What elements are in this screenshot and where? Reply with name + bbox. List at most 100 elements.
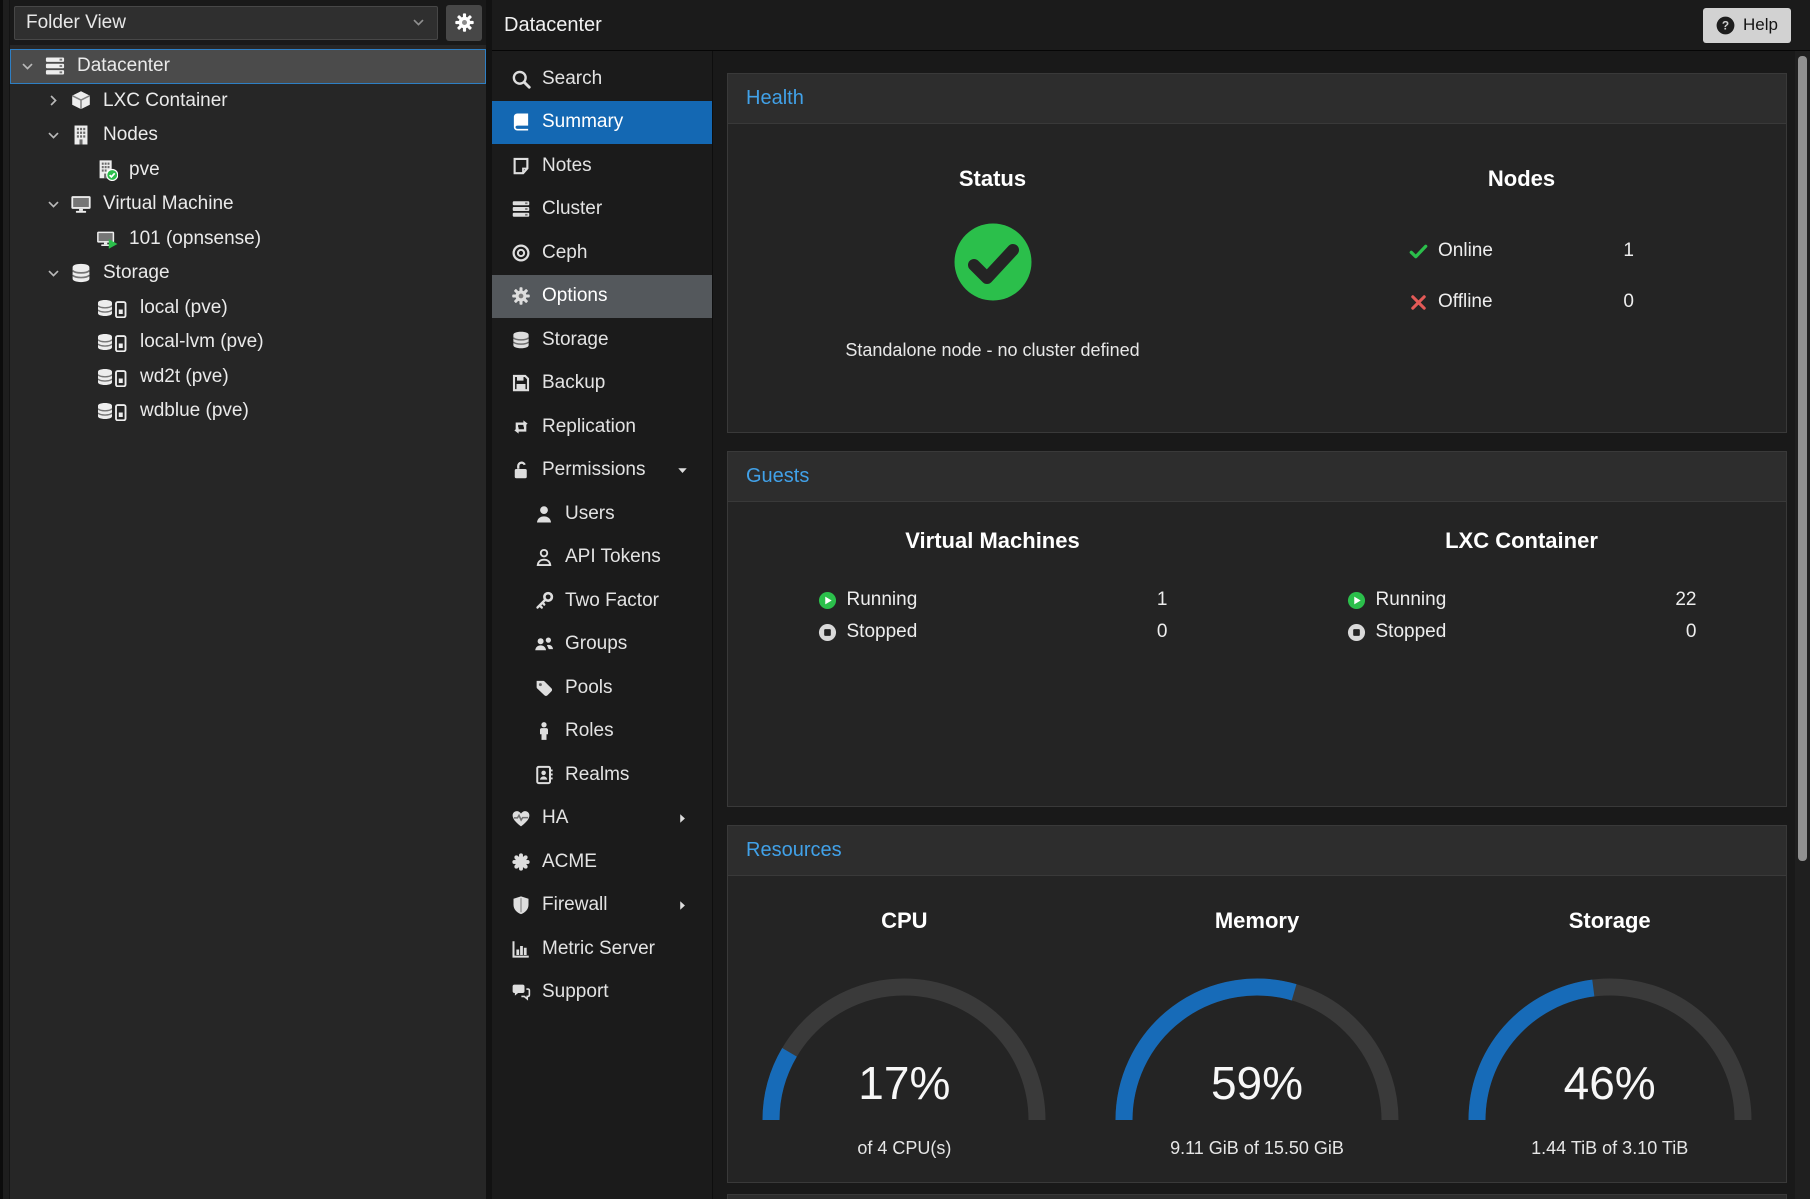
menu-item-permissions[interactable]: Permissions [492, 449, 712, 493]
stat-label: Running [847, 589, 918, 611]
menu-item-metric-server[interactable]: Metric Server [492, 927, 712, 971]
monitor-icon [70, 193, 92, 215]
gauge-arc: 46% [1460, 978, 1760, 1129]
user-o-icon [534, 547, 554, 567]
play-circle-icon [818, 591, 837, 610]
play-circle-icon [1347, 591, 1366, 610]
tree-item-storage[interactable]: Storage [10, 256, 486, 291]
vertical-scrollbar[interactable] [1795, 51, 1810, 1199]
tag-icon [534, 678, 554, 698]
chevron-down-icon [46, 197, 61, 212]
tree-item-virtual-machine[interactable]: Virtual Machine [10, 187, 486, 222]
view-mode-select[interactable]: Folder View [14, 6, 438, 40]
cube-icon [70, 90, 92, 112]
caret-right-icon [676, 812, 689, 825]
help-label: Help [1743, 15, 1778, 35]
svg-text:?: ? [1722, 19, 1729, 33]
menu-item-summary[interactable]: Summary [492, 101, 712, 145]
stat-row-running: Running 1 [818, 584, 1168, 616]
view-config-button[interactable] [446, 5, 482, 41]
resources-panel-title: Resources [746, 839, 842, 862]
menu-item-ha[interactable]: HA [492, 797, 712, 841]
tree-toolbar: Folder View [10, 0, 486, 45]
menu-item-storage[interactable]: Storage [492, 318, 712, 362]
expander-right[interactable] [47, 93, 67, 108]
tree-item-wdblue-pve[interactable]: wdblue (pve) [10, 394, 486, 429]
building-icon [70, 124, 92, 146]
submenu-caret [676, 464, 700, 477]
stat-row-offline: Offline0 [1409, 285, 1634, 319]
tree-item-nodes[interactable]: Nodes [10, 118, 486, 153]
menu-item-support[interactable]: Support [492, 971, 712, 1015]
tree-item-datacenter[interactable]: Datacenter [10, 49, 486, 84]
submenu-caret [676, 899, 700, 912]
expander-down[interactable] [21, 59, 41, 74]
menu-item-ceph[interactable]: Ceph [492, 231, 712, 275]
menu-item-notes[interactable]: Notes [492, 144, 712, 188]
menu-item-options[interactable]: Options [492, 275, 712, 319]
gauge-percent: 46% [1460, 1056, 1760, 1110]
lxc-guests-column: LXC Container Running22Stopped0 [1257, 502, 1786, 806]
tree-item-101-opnsense[interactable]: 101 (opnsense) [10, 222, 486, 257]
expander-down[interactable] [47, 128, 67, 143]
submenu-caret [676, 812, 700, 825]
tree-item-lxc-container[interactable]: LXC Container [10, 84, 486, 119]
tree-item-label: wdblue (pve) [140, 400, 249, 422]
tree-item-pve[interactable]: pve [10, 153, 486, 188]
menu-item-label: Summary [542, 111, 623, 133]
menu-item-api-tokens[interactable]: API Tokens [492, 536, 712, 580]
cluster-icon [511, 199, 531, 219]
check-icon [1409, 242, 1428, 261]
tree-item-wd2t-pve[interactable]: wd2t (pve) [10, 360, 486, 395]
chevron-down-icon [46, 128, 61, 143]
gauge-percent: 59% [1107, 1056, 1407, 1110]
menu-item-label: API Tokens [565, 546, 661, 568]
gauge-memory: Memory59%9.11 GiB of 15.50 GiB [1081, 876, 1434, 1182]
menu-item-acme[interactable]: ACME [492, 840, 712, 884]
menu-item-groups[interactable]: Groups [492, 623, 712, 667]
resource-gauges: CPU17%of 4 CPU(s)Memory59%9.11 GiB of 15… [728, 876, 1786, 1182]
menu-item-search[interactable]: Search [492, 57, 712, 101]
menu-item-label: Replication [542, 416, 636, 438]
stat-value: 0 [1623, 291, 1634, 313]
menu-item-users[interactable]: Users [492, 492, 712, 536]
stat-row-stopped: Stopped0 [818, 616, 1168, 648]
help-button[interactable]: ? Help [1703, 8, 1791, 43]
expander-down[interactable] [47, 266, 67, 281]
menu-item-two-factor[interactable]: Two Factor [492, 579, 712, 623]
menu-item-label: Pools [565, 677, 613, 699]
health-panel: Health Status Standalone node - no clust… [727, 73, 1787, 433]
chevron-down-icon [411, 15, 426, 30]
scrollbar-thumb[interactable] [1798, 56, 1807, 861]
menu-item-cluster[interactable]: Cluster [492, 188, 712, 232]
menu-item-realms[interactable]: Realms [492, 753, 712, 797]
menu-item-label: Storage [542, 329, 609, 351]
menu-item-backup[interactable]: Backup [492, 362, 712, 406]
gauge-storage: Storage46%1.44 TiB of 3.10 TiB [1433, 876, 1786, 1182]
menu-item-label: Firewall [542, 894, 607, 916]
menu-item-roles[interactable]: Roles [492, 710, 712, 754]
tree-item-label: 101 (opnsense) [129, 228, 261, 250]
expander-down[interactable] [47, 197, 67, 212]
replication-icon [511, 417, 531, 437]
gauge-detail: of 4 CPU(s) [728, 1138, 1081, 1159]
comments-icon [511, 982, 531, 1002]
gauge-percent: 17% [754, 1056, 1054, 1110]
resources-panel-header: Resources [728, 826, 1786, 876]
menu-item-label: Roles [565, 720, 614, 742]
db-icon [70, 262, 92, 284]
stat-value: 1 [1157, 589, 1168, 611]
tree-item-label: Nodes [103, 124, 158, 146]
nodes-status-column: Nodes Online1Offline0 [1257, 124, 1786, 432]
menu-item-replication[interactable]: Replication [492, 405, 712, 449]
tree-item-label: Virtual Machine [103, 193, 234, 215]
menu-item-pools[interactable]: Pools [492, 666, 712, 710]
vm-rows: Running 1 Stopped0 [818, 584, 1168, 648]
tree-item-label: LXC Container [103, 90, 228, 112]
guests-panel-header: Guests [728, 452, 1786, 502]
tree-item-local-lvm-pve[interactable]: local-lvm (pve) [10, 325, 486, 360]
tree-item-local-pve[interactable]: local (pve) [10, 291, 486, 326]
chevron-right-icon [46, 93, 61, 108]
stat-row-stopped: Stopped0 [1347, 616, 1697, 648]
menu-item-firewall[interactable]: Firewall [492, 884, 712, 928]
